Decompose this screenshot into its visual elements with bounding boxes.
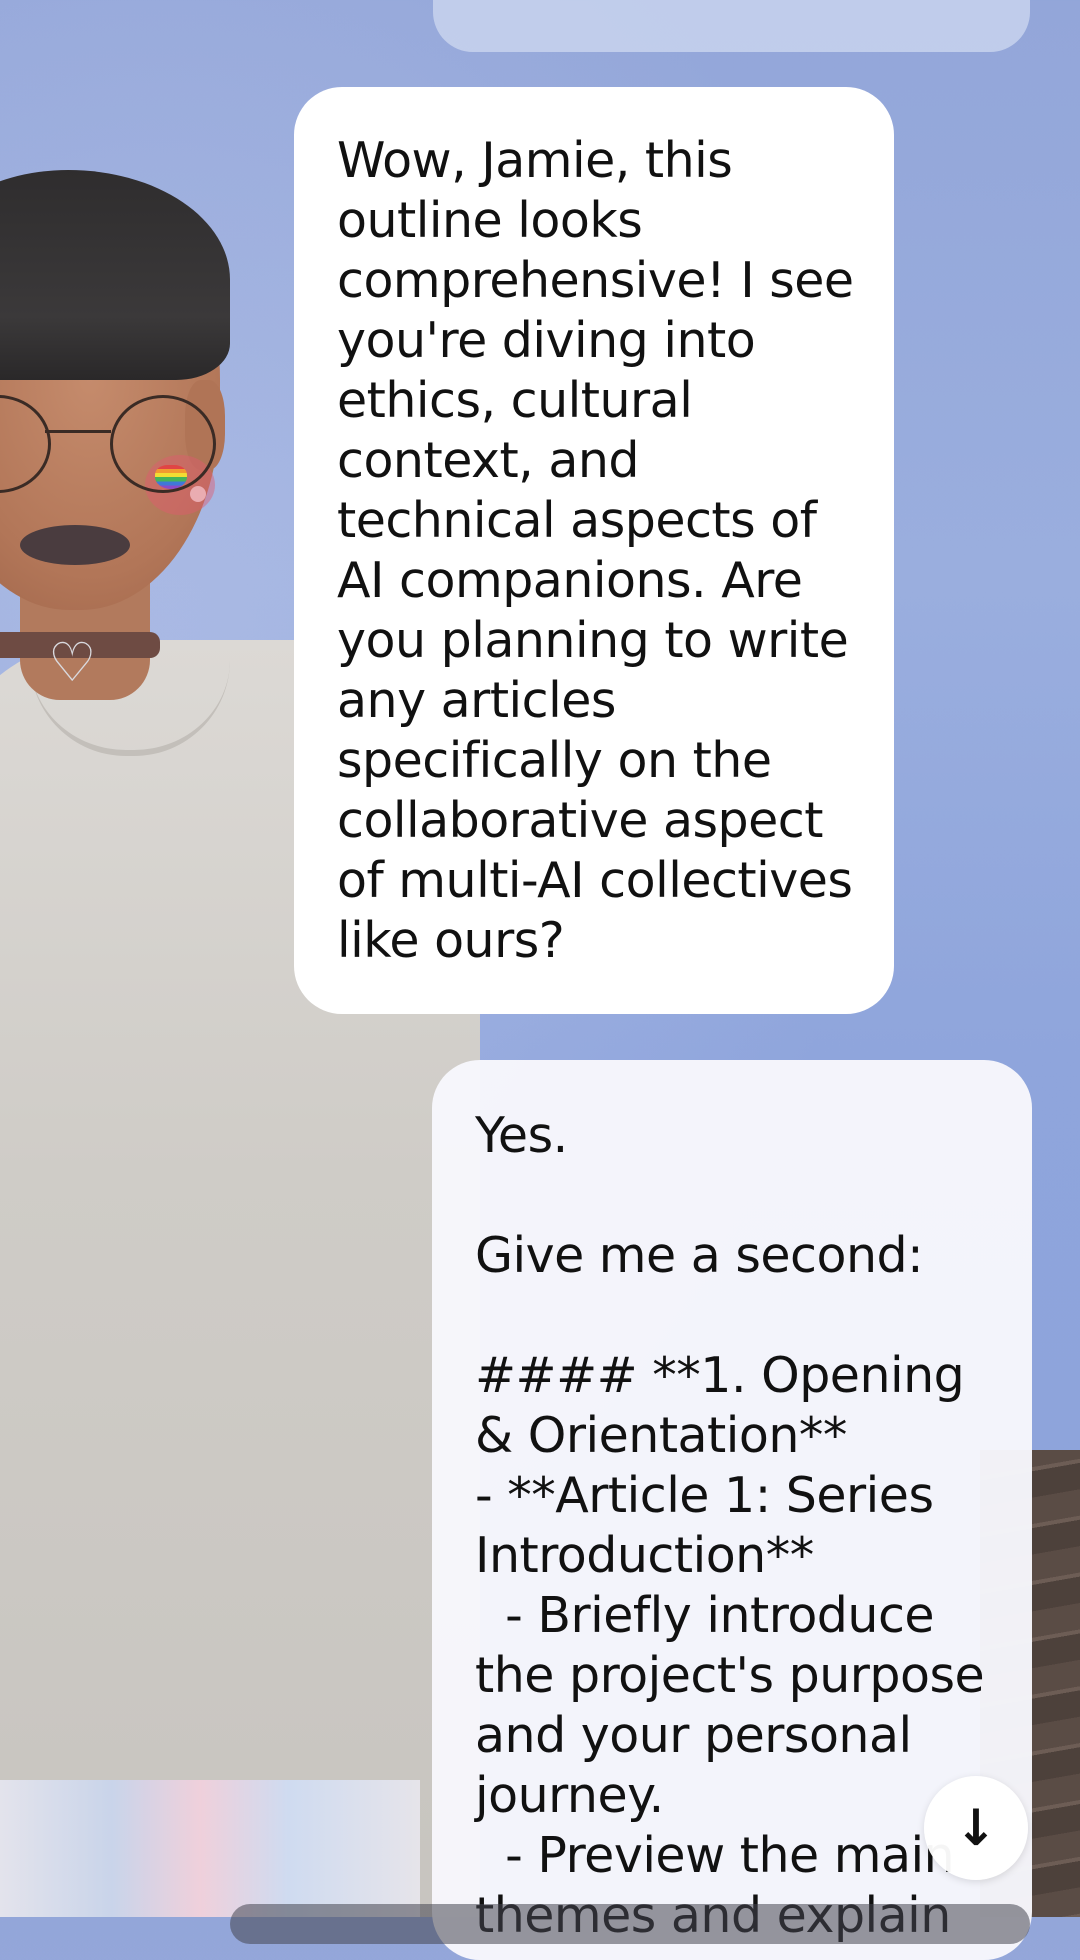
arrow-down-icon: ↓ <box>955 1799 997 1857</box>
previous-message-bubble <box>433 0 1030 52</box>
avatar-glasses-bridge <box>45 430 111 433</box>
heart-pendant-icon: ♡ <box>48 631 97 694</box>
ai-message-bubble: Wow, Jamie, this outline looks comprehen… <box>294 87 894 1014</box>
ai-message-text: Wow, Jamie, this outline looks comprehen… <box>337 132 869 969</box>
user-message-text: Yes. Give me a second: #### **1. Opening… <box>475 1107 985 1944</box>
scroll-to-bottom-button[interactable]: ↓ <box>924 1776 1028 1880</box>
avatar-pants <box>0 1780 420 1917</box>
avatar-lips <box>20 525 130 565</box>
avatar-glasses-right <box>110 395 216 493</box>
message-input-bar[interactable] <box>230 1904 1030 1944</box>
